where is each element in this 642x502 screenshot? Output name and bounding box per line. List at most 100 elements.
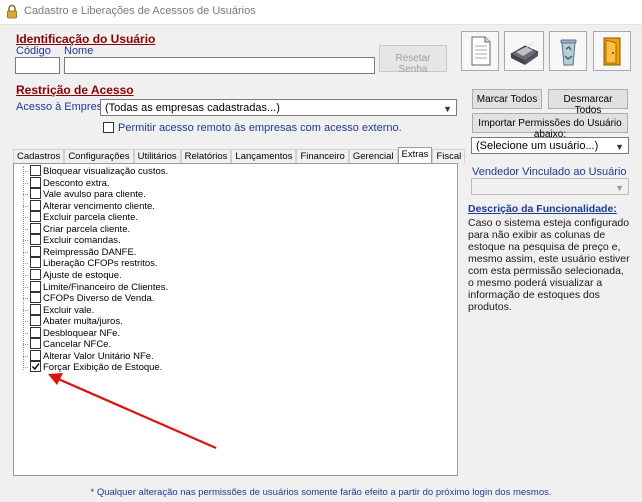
permission-checkbox[interactable] <box>30 211 41 223</box>
tab-utilitarios[interactable]: Utilitários <box>133 149 181 163</box>
permission-checkbox[interactable] <box>30 338 41 350</box>
identificacao-title: Identificação do Usuário <box>16 32 156 46</box>
permission-label: Abater multa/juros. <box>43 316 123 328</box>
chevron-down-icon: ▼ <box>443 104 452 114</box>
permission-label: Vale avulso para cliente. <box>43 189 146 201</box>
acesso-remoto-label: Permitir acesso remoto às empresas com a… <box>118 122 402 134</box>
permission-label: Excluir vale. <box>43 304 95 316</box>
tree-connector <box>23 182 28 184</box>
footer-note: * Qualquer alteração nas permissões de u… <box>90 487 552 498</box>
permission-label: Alterar vencimento cliente. <box>43 200 155 212</box>
marcar-todos-button[interactable]: Marcar Todos <box>472 89 542 109</box>
permission-checkbox[interactable] <box>30 303 41 315</box>
permissions-tree[interactable]: Bloquear visualização custos. Desconto ex… <box>13 163 458 476</box>
permission-item[interactable]: Ajuste de estoque. <box>23 268 122 281</box>
resetar-senha-button[interactable]: Resetar Senha <box>379 45 447 75</box>
delete-button[interactable] <box>549 31 587 71</box>
tree-connector <box>23 251 28 253</box>
permission-checkbox[interactable] <box>30 176 41 188</box>
permission-checkbox[interactable] <box>30 188 41 200</box>
permission-checkbox[interactable] <box>30 257 41 269</box>
tree-connector <box>23 355 28 357</box>
save-button[interactable] <box>504 31 544 71</box>
new-document-icon <box>471 36 491 66</box>
permission-item[interactable]: Alterar Valor Unitário NFe. <box>23 349 154 362</box>
permission-label: Bloquear visualização custos. <box>43 166 169 177</box>
usuario-select[interactable]: (Selecione um usuário...) ▼ <box>471 137 629 154</box>
permission-checkbox[interactable] <box>30 165 41 176</box>
permission-item[interactable]: CFOPs Diverso de Venda. <box>23 292 155 305</box>
desmarcar-todos-button[interactable]: Desmarcar Todos <box>548 89 628 116</box>
codigo-label: Código <box>16 45 51 57</box>
permission-checkbox[interactable] <box>30 349 41 361</box>
empresa-select[interactable]: (Todas as empresas cadastradas...) ▼ <box>100 99 457 116</box>
tab-relatorios[interactable]: Relatórios <box>180 149 232 163</box>
tree-connector <box>23 263 28 265</box>
importar-permissoes-button[interactable]: Importar Permissões do Usuário abaixo: <box>472 113 628 140</box>
permission-item[interactable]: Limite/Financeiro de Clientes. <box>23 280 168 293</box>
tree-connector <box>23 344 28 346</box>
tab-extras[interactable]: Extras <box>397 147 433 163</box>
permission-item[interactable]: Vale avulso para cliente. <box>23 188 146 201</box>
permission-checkbox[interactable] <box>30 292 41 304</box>
tree-connector <box>23 205 28 207</box>
permission-checkbox[interactable] <box>30 268 41 280</box>
permission-label: CFOPs Diverso de Venda. <box>43 293 155 305</box>
permission-label: Desbloquear NFe. <box>43 327 121 339</box>
title-bar[interactable]: Cadastro e Liberações de Acessos de Usuá… <box>0 0 642 25</box>
tree-connector <box>23 240 28 242</box>
permission-checkbox[interactable] <box>30 361 41 373</box>
nome-input[interactable] <box>64 57 375 74</box>
permission-item[interactable]: Abater multa/juros. <box>23 315 123 328</box>
permission-item[interactable]: Criar parcela cliente. <box>23 222 131 235</box>
permission-label: Excluir parcela cliente. <box>43 212 139 224</box>
exit-door-icon <box>603 37 621 66</box>
tree-connector <box>23 171 28 172</box>
permission-item[interactable]: Excluir comandas. <box>23 234 121 246</box>
window-title: Cadastro e Liberações de Acessos de Usuá… <box>24 5 256 17</box>
permission-item[interactable]: Desconto extra. <box>23 176 110 189</box>
resetar-senha-label: Resetar Senha <box>395 53 431 75</box>
permission-label: Cancelar NFCe. <box>43 339 112 351</box>
permission-item[interactable]: Excluir vale. <box>23 303 95 316</box>
permission-checkbox[interactable] <box>30 245 41 257</box>
vendedor-select[interactable]: ▼ <box>471 178 629 195</box>
permission-item[interactable]: Reimpressão DANFE. <box>23 245 137 258</box>
chevron-down-icon: ▼ <box>615 183 624 193</box>
permission-checkbox[interactable] <box>30 199 41 211</box>
marcar-todos-label: Marcar Todos <box>476 94 538 105</box>
tab-fiscal[interactable]: Fiscal <box>432 149 466 163</box>
permission-checkbox[interactable] <box>30 326 41 338</box>
tab-cadastros[interactable]: Cadastros <box>13 149 65 163</box>
permission-checkbox[interactable] <box>30 315 41 327</box>
permission-item[interactable]: Liberação CFOPs restritos. <box>23 257 158 270</box>
lock-icon <box>7 4 17 19</box>
tab-gerencial[interactable]: Gerencial <box>348 149 398 163</box>
permission-item[interactable]: Cancelar NFCe. <box>23 338 112 351</box>
permission-item[interactable]: Desbloquear NFe. <box>23 326 121 339</box>
restricao-title: Restrição de Acesso <box>16 83 134 97</box>
acesso-remoto-checkbox[interactable] <box>103 122 114 133</box>
exit-button[interactable] <box>593 31 631 71</box>
permission-item[interactable]: Alterar vencimento cliente. <box>23 199 155 212</box>
tab-lancamentos[interactable]: Lançamentos <box>231 149 297 163</box>
permission-checkbox[interactable] <box>30 280 41 292</box>
permission-item[interactable]: Bloquear visualização custos. <box>23 165 169 177</box>
tree-connector <box>23 194 28 196</box>
permission-item[interactable]: Forçar Exibição de Estoque. <box>23 361 162 373</box>
permission-label: Liberação CFOPs restritos. <box>43 258 158 270</box>
tree-connector <box>23 309 28 311</box>
checkmark-icon <box>31 363 40 371</box>
codigo-input[interactable] <box>15 57 60 74</box>
permission-item[interactable]: Excluir parcela cliente. <box>23 211 139 224</box>
permission-checkbox[interactable] <box>30 234 41 246</box>
tab-financeiro[interactable]: Financeiro <box>296 149 349 163</box>
permission-label: Reimpressão DANFE. <box>43 246 137 258</box>
permission-checkbox[interactable] <box>30 222 41 234</box>
tab-configuracoes[interactable]: Configurações <box>64 149 134 163</box>
descricao-text: Caso o sistema esteja configurado para n… <box>468 217 630 313</box>
permission-label: Criar parcela cliente. <box>43 223 131 235</box>
tree-connector <box>23 274 28 276</box>
tree-connector <box>23 332 28 334</box>
new-button[interactable] <box>461 31 499 71</box>
